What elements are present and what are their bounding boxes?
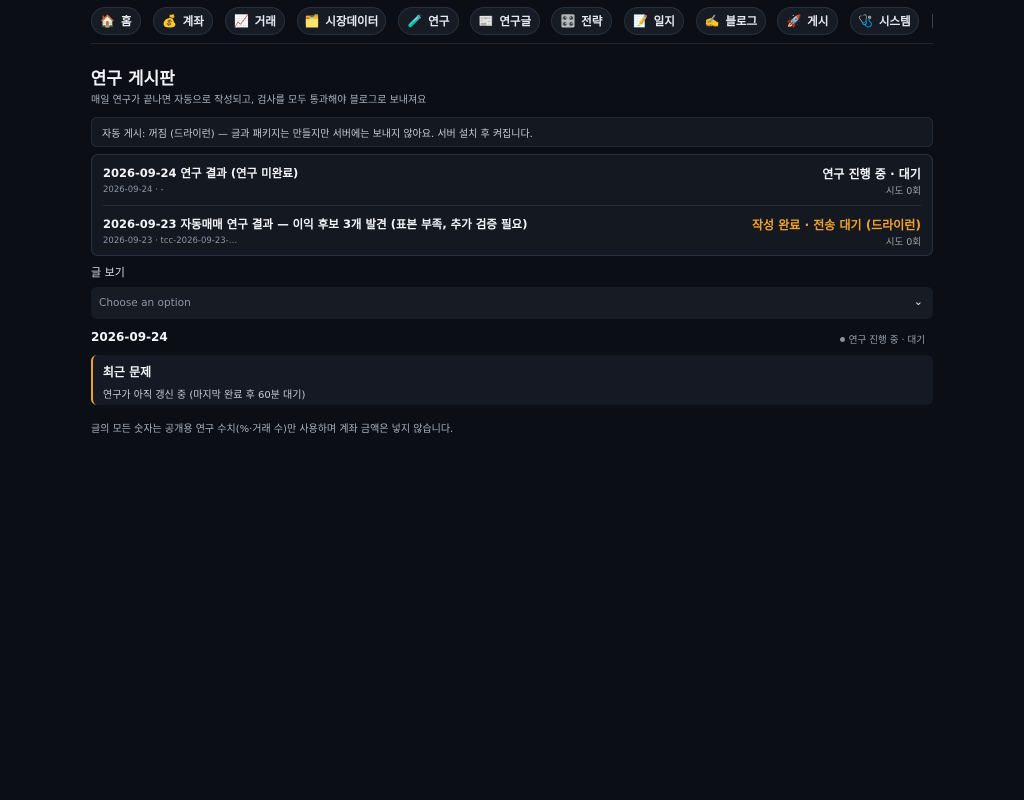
post-status: 연구 진행 중 · 대기 xyxy=(822,167,921,181)
control-knobs-icon: 🎛️ xyxy=(560,14,576,28)
nav-item-account[interactable]: 💰 계좌 xyxy=(153,7,213,35)
nav-item-label: 전략 xyxy=(581,14,603,28)
nav-item-research-posts[interactable]: 📰 연구글 xyxy=(470,7,540,35)
nav-item-strategy[interactable]: 🎛️ 전략 xyxy=(551,7,612,35)
writing-hand-icon: ✍️ xyxy=(704,14,720,28)
detail-status-text: 연구 진행 중 · 대기 xyxy=(848,335,925,346)
issue-title: 최근 문제 xyxy=(103,365,152,379)
autopublish-notice: 자동 게시: 꺼짐 (드라이런) — 글과 패키지는 만들지만 서버에는 보내지… xyxy=(91,117,933,147)
list-item[interactable]: 2026-09-24 연구 결과 (연구 미완료) 2026-09-24 · -… xyxy=(103,155,921,201)
nav-item-label: 홈 xyxy=(121,14,132,28)
chevron-down-icon: ⌄ xyxy=(913,295,923,308)
nav-item-label: 연구글 xyxy=(499,14,532,28)
post-meta: 2026-09-24 · - xyxy=(103,185,164,195)
chart-up-icon: 📈 xyxy=(233,14,249,28)
memo-icon: 📝 xyxy=(632,14,648,28)
post-status: 작성 완료 · 전송 대기 (드라이런) xyxy=(752,218,921,232)
rocket-icon: 🚀 xyxy=(786,14,802,28)
detail-date: 2026-09-24 xyxy=(91,330,168,344)
stethoscope-icon: 🩺 xyxy=(858,14,874,28)
page-subtitle: 매일 연구가 끝나면 자동으로 작성되고, 검사를 모두 통과해야 블로그로 보… xyxy=(91,95,427,106)
post-list: 2026-09-24 연구 결과 (연구 미완료) 2026-09-24 · -… xyxy=(91,154,933,256)
test-tube-icon: 🧪 xyxy=(407,14,423,28)
nav-item-label: 시장데이터 xyxy=(325,14,379,28)
nav-item-blog[interactable]: ✍️ 블로그 xyxy=(696,7,766,35)
nav-item-system[interactable]: 🩺 시스템 xyxy=(850,7,919,35)
top-nav: 🏠 홈 💰 계좌 📈 거래 🗂️ 시장데이터 🧪 연구 📰 연구글 🎛️ 전략 xyxy=(91,0,933,44)
post-select-placeholder: Choose an option xyxy=(99,297,191,309)
nav-item-label: 일지 xyxy=(653,14,676,28)
footnote: 글의 모든 숫자는 공개용 연구 수치(%·거래 수)만 사용하며 계좌 금액은… xyxy=(91,424,454,435)
nav-item-label: 연구 xyxy=(428,14,450,28)
house-icon: 🏠 xyxy=(100,14,116,28)
post-tries: 시도 0회 xyxy=(885,186,921,197)
post-meta: 2026-09-23 · tcc-2026-09-23-… xyxy=(103,236,238,246)
recent-issue-callout: 최근 문제 연구가 아직 갱신 중 (마지막 완료 후 60분 대기) xyxy=(91,355,933,405)
detail-status: 연구 진행 중 · 대기 xyxy=(839,332,925,346)
nav-overflow-edge[interactable] xyxy=(932,14,933,28)
nav-item-label: 거래 xyxy=(254,14,277,28)
list-item[interactable]: 2026-09-23 자동매매 연구 결과 — 이익 후보 3개 발견 (표본 … xyxy=(103,205,921,251)
folder-icon: 🗂️ xyxy=(304,14,320,28)
app-root: 🏠 홈 💰 계좌 📈 거래 🗂️ 시장데이터 🧪 연구 📰 연구글 🎛️ 전략 xyxy=(91,0,933,435)
page-title: 연구 게시판 xyxy=(91,69,176,89)
nav-item-market-data[interactable]: 🗂️ 시장데이터 xyxy=(297,7,386,35)
nav-item-research[interactable]: 🧪 연구 xyxy=(398,7,459,35)
issue-body: 연구가 아직 갱신 중 (마지막 완료 후 60분 대기) xyxy=(103,390,306,401)
status-dot-icon xyxy=(839,336,845,342)
newspaper-icon: 📰 xyxy=(478,14,494,28)
nav-item-label: 시스템 xyxy=(879,14,911,28)
post-select[interactable]: Choose an option ⌄ xyxy=(91,287,933,319)
nav-item-label: 블로그 xyxy=(725,14,758,28)
money-bag-icon: 💰 xyxy=(161,14,177,28)
nav-item-label: 게시 xyxy=(807,14,829,28)
post-tries: 시도 0회 xyxy=(885,237,921,248)
nav-item-publish[interactable]: 🚀 게시 xyxy=(777,7,838,35)
nav-item-trades[interactable]: 📈 거래 xyxy=(225,7,285,35)
nav-item-journal[interactable]: 📝 일지 xyxy=(624,7,684,35)
post-title: 2026-09-23 자동매매 연구 결과 — 이익 후보 3개 발견 (표본 … xyxy=(103,217,528,231)
nav-item-label: 계좌 xyxy=(182,14,205,28)
post-viewer-label: 글 보기 xyxy=(91,266,125,279)
post-title: 2026-09-24 연구 결과 (연구 미완료) xyxy=(103,166,299,180)
nav-item-home[interactable]: 🏠 홈 xyxy=(91,7,141,35)
